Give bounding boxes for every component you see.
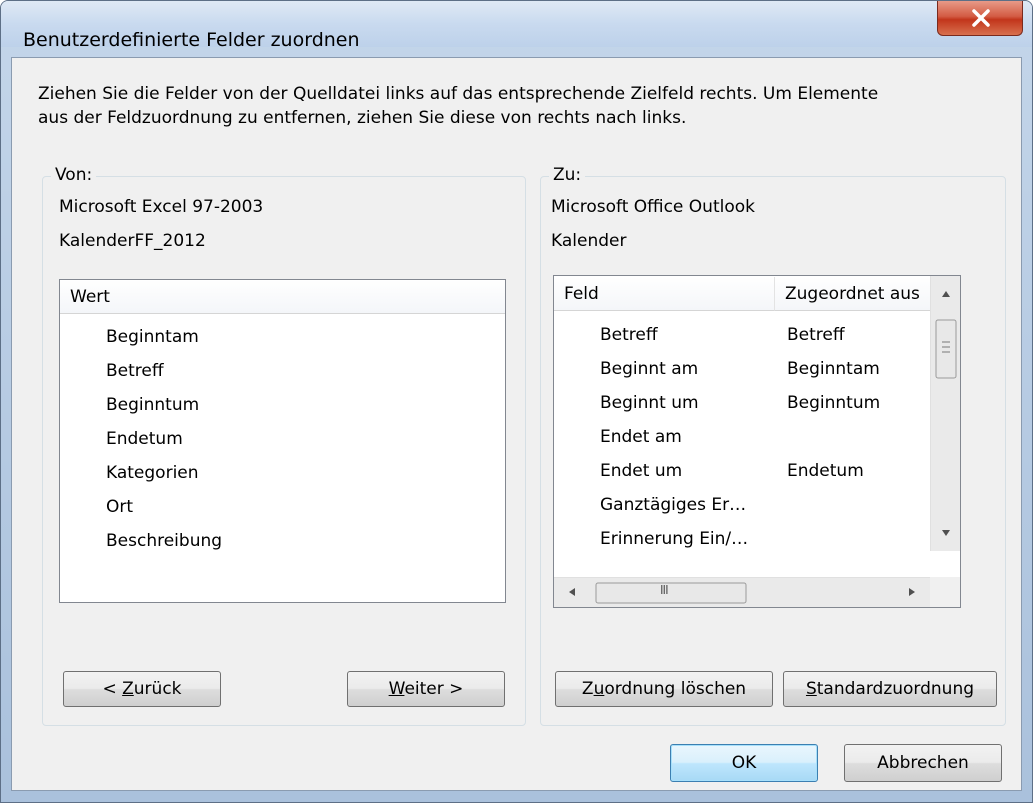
back-button-mnemonic: Z: [122, 679, 134, 699]
source-list-item[interactable]: Beginntam: [106, 320, 199, 354]
vertical-scroll-thumb[interactable]: [935, 319, 957, 379]
table-cell-field: Endet um: [600, 461, 683, 481]
window-title: Benutzerdefinierte Felder zuordnen: [23, 29, 360, 51]
table-cell-field: Betreff: [600, 325, 658, 345]
dialog-window: Benutzerdefinierte Felder zuordnen Ziehe…: [0, 0, 1033, 803]
horizontal-scrollbar-graphic: [569, 582, 915, 604]
source-list-item[interactable]: Beginntum: [106, 388, 199, 422]
scroll-thumb-grip: III: [660, 583, 669, 597]
scrollbar-corner: [930, 577, 960, 607]
source-list-item[interactable]: Endetum: [106, 422, 183, 456]
instructions-text: Ziehen Sie die Felder von der Quelldatei…: [38, 82, 998, 130]
instructions-line-1: Ziehen Sie die Felder von der Quelldatei…: [38, 84, 879, 104]
target-app: Microsoft Office Outlook: [551, 197, 755, 217]
title-bar[interactable]: Benutzerdefinierte Felder zuordnen: [1, 1, 1032, 51]
default-mapping-button[interactable]: Standardzuordnung: [783, 671, 997, 707]
source-list-item[interactable]: Betreff: [106, 354, 164, 388]
source-list-item[interactable]: Ort: [106, 490, 133, 524]
table-row[interactable]: Erinnerung Ein/…: [554, 522, 930, 556]
source-list-item[interactable]: Kategorien: [106, 456, 199, 490]
table-cell-mapped: Endetum: [787, 461, 864, 481]
scroll-up-arrow-icon[interactable]: [942, 291, 950, 297]
table-cell-field: Beginnt um: [600, 393, 699, 413]
cancel-button[interactable]: Abbrechen: [844, 744, 1002, 782]
source-group-label: Von:: [51, 165, 97, 185]
source-list-item[interactable]: Beschreibung: [106, 524, 222, 558]
table-row[interactable]: Ganztägiges Er…: [554, 488, 930, 522]
close-button[interactable]: [937, 1, 1023, 36]
table-cell-field: Ganztägiges Er…: [600, 495, 747, 515]
table-row[interactable]: Beginnt am Beginntam: [554, 352, 930, 386]
table-row[interactable]: Endet um Endetum: [554, 454, 930, 488]
source-field-list[interactable]: Wert Beginntam Betreff Beginntum Endetum…: [59, 279, 506, 603]
target-group-label: Zu:: [549, 165, 586, 185]
default-button-mnemonic: S: [805, 679, 817, 699]
close-icon: [972, 9, 990, 27]
table-cell-field: Erinnerung Ein/…: [600, 529, 749, 549]
table-cell-mapped: Beginntam: [787, 359, 880, 379]
next-button-label: eiter >: [404, 679, 464, 699]
ok-button[interactable]: OK: [670, 744, 818, 782]
back-button-prefix: <: [102, 679, 123, 699]
source-column-header[interactable]: Wert: [60, 280, 505, 314]
source-app: Microsoft Excel 97-2003: [59, 197, 264, 217]
table-cell-field: Beginnt am: [600, 359, 699, 379]
clear-mapping-button[interactable]: Zuordnung löschen: [555, 671, 773, 707]
back-button[interactable]: < Zurück: [63, 671, 221, 707]
table-cell-mapped: Beginntum: [787, 393, 881, 413]
next-button[interactable]: Weiter >: [347, 671, 505, 707]
clear-button-prefix: Z: [581, 679, 594, 699]
horizontal-scroll-thumb[interactable]: [595, 582, 747, 604]
default-button-label: tandardzuordnung: [816, 679, 975, 699]
instructions-line-2: aus der Feldzuordnung zu entfernen, zieh…: [38, 108, 687, 128]
target-field-table[interactable]: Feld Zugeordnet aus Betreff Betreff Begi…: [553, 275, 961, 608]
back-button-label: urück: [133, 679, 182, 699]
scroll-down-arrow-icon[interactable]: [942, 530, 950, 536]
vertical-scrollbar[interactable]: [930, 276, 960, 551]
scroll-right-arrow-icon[interactable]: [909, 588, 915, 596]
table-cell-mapped: Betreff: [787, 325, 845, 345]
clear-button-label: ordnung löschen: [604, 679, 747, 699]
source-group: Von: Microsoft Excel 97-2003 KalenderFF_…: [42, 165, 526, 726]
next-button-mnemonic: W: [388, 679, 405, 699]
scroll-left-arrow-icon[interactable]: [569, 588, 575, 596]
table-row[interactable]: Endet am: [554, 420, 930, 454]
target-column-header-field[interactable]: Feld: [554, 277, 774, 311]
clear-button-mnemonic: u: [593, 679, 605, 699]
target-group: Zu: Microsoft Office Outlook Kalender Fe…: [540, 165, 1006, 726]
horizontal-scrollbar[interactable]: III: [554, 577, 930, 607]
source-file: KalenderFF_2012: [59, 231, 206, 251]
vertical-scrollbar-graphic: [935, 291, 957, 536]
target-folder: Kalender: [551, 231, 627, 251]
table-row[interactable]: Betreff Betreff: [554, 318, 930, 352]
target-column-header-mapped[interactable]: Zugeordnet aus: [774, 277, 931, 311]
dialog-client: Ziehen Sie die Felder von der Quelldatei…: [11, 57, 1022, 791]
table-cell-field: Endet am: [600, 427, 682, 447]
table-row[interactable]: Beginnt um Beginntum: [554, 386, 930, 420]
